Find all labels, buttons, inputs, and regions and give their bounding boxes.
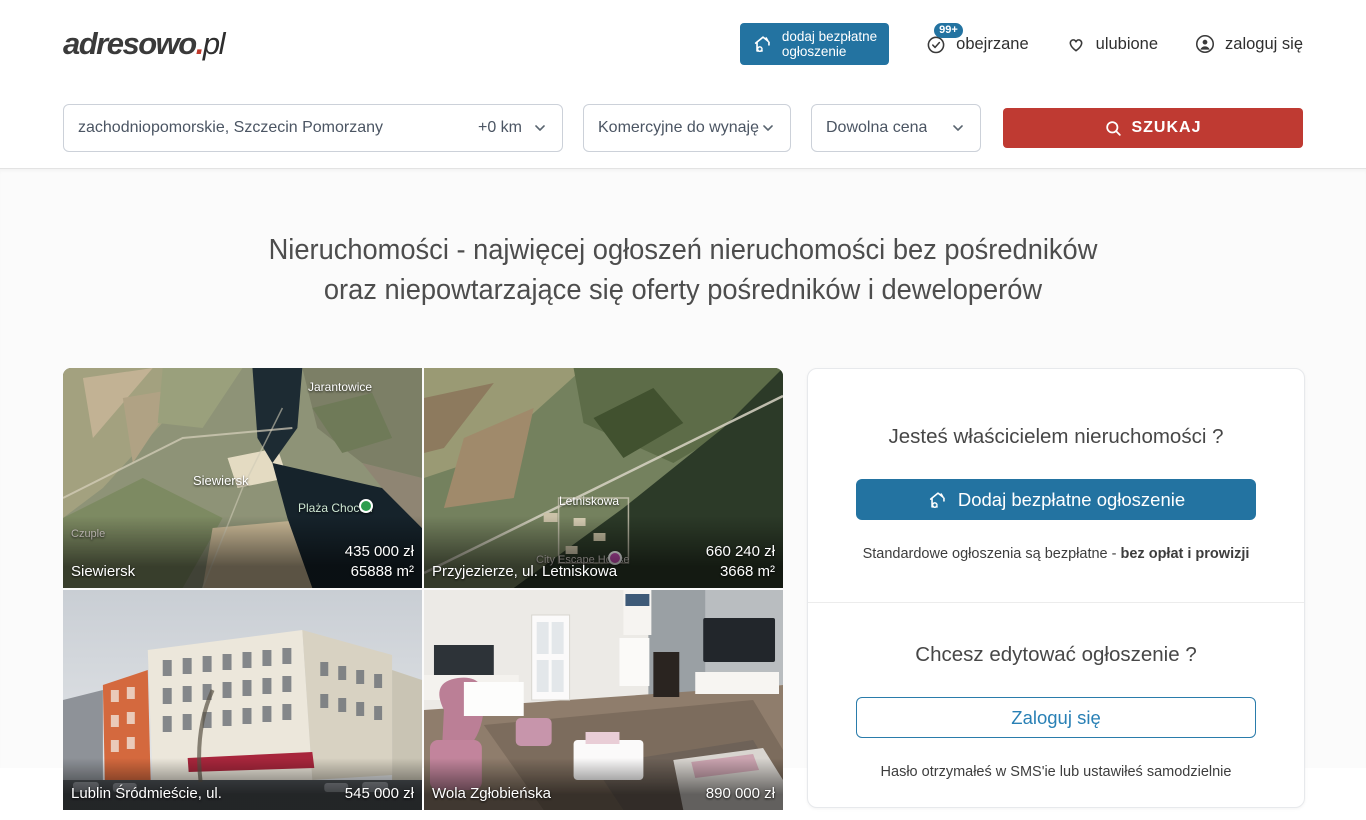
logo[interactable]: adresowo.pl (63, 26, 224, 62)
search-button[interactable]: SZUKAJ (1003, 108, 1303, 148)
login-button-label: Zaloguj się (1011, 707, 1100, 729)
edit-section: Chcesz edytować ogłoszenie ? Zaloguj się… (808, 602, 1304, 820)
map-place-label: Jarantowice (308, 380, 372, 394)
viewed-count-badge: 99+ (934, 23, 963, 38)
listing-name: Lublin Śródmieście, ul. (71, 784, 222, 804)
add-free-listing-button[interactable]: Dodaj bezpłatne ogłoszenie (856, 479, 1256, 520)
nav-login-label: zaloguj się (1225, 35, 1303, 54)
radius-select[interactable]: +0 km (478, 119, 548, 137)
login-button[interactable]: Zaloguj się (856, 697, 1256, 738)
heart-icon (1065, 33, 1087, 55)
map-place-label: Letniskowa (559, 494, 619, 508)
logo-tld: pl (203, 26, 224, 61)
user-icon (1194, 33, 1216, 55)
house-plus-icon (752, 33, 774, 55)
owner-note-plain: Standardowe ogłoszenia są bezpłatne - (863, 546, 1121, 562)
listing-name: Siewiersk (71, 562, 135, 582)
listing-price: 890 000 zł (706, 784, 775, 804)
add-listing-label: dodaj bezpłatneogłoszenie (782, 29, 877, 59)
search-bar: zachodniopomorskie, Szczecin Pomorzany +… (0, 104, 1366, 152)
listing-tile[interactable]: Lublin Śródmieście, ul. 545 000 zł (63, 590, 422, 810)
search-icon (1104, 119, 1123, 138)
edit-section-title: Chcesz edytować ogłoszenie ? (856, 643, 1256, 667)
listing-overlay: Siewiersk 435 000 zł 65888 m² (63, 516, 422, 588)
listing-tile[interactable]: Letniskowa City Escape House Przyjezierz… (424, 368, 783, 588)
nav-favorites[interactable]: ulubione (1065, 33, 1158, 55)
logo-dot: . (196, 26, 203, 61)
listing-price: 545 000 zł (345, 784, 414, 804)
category-value: Komercyjne do wynaję (598, 119, 759, 137)
owner-note-bold: bez opłat i prowizji (1121, 546, 1250, 562)
location-value: zachodniopomorskie, Szczecin Pomorzany (78, 119, 470, 137)
header-divider (0, 168, 1366, 169)
listing-area: 3668 m² (706, 562, 775, 582)
listing-name: Wola Zgłobieńska (432, 784, 551, 804)
listing-numbers: 435 000 zł 65888 m² (345, 542, 414, 582)
listing-name: Przyjezierze, ul. Letniskowa (432, 562, 617, 582)
price-select[interactable]: Dowolna cena (811, 104, 981, 152)
add-listing-line1: dodaj bezpłatne (782, 29, 877, 44)
location-input[interactable]: zachodniopomorskie, Szczecin Pomorzany +… (63, 104, 563, 152)
owner-section-title: Jesteś właścicielem nieruchomości ? (856, 425, 1256, 449)
add-free-listing-label: Dodaj bezpłatne ogłoszenie (958, 489, 1185, 511)
owner-card: Jesteś właścicielem nieruchomości ? Doda… (807, 368, 1305, 808)
nav-viewed[interactable]: 99+ obejrzane (925, 33, 1028, 55)
radius-value: +0 km (478, 119, 522, 137)
owner-note: Standardowe ogłoszenia są bezpłatne - be… (856, 546, 1256, 562)
listing-numbers: 890 000 zł (706, 784, 775, 804)
nav-login[interactable]: zaloguj się (1194, 33, 1303, 55)
listing-overlay: Lublin Śródmieście, ul. 545 000 zł (63, 758, 422, 810)
owner-section: Jesteś właścicielem nieruchomości ? Doda… (808, 369, 1304, 602)
listing-overlay: Przyjezierze, ul. Letniskowa 660 240 zł … (424, 516, 783, 588)
listing-overlay: Wola Zgłobieńska 890 000 zł (424, 758, 783, 810)
listing-tile[interactable]: Jarantowice Siewiersk Plaża Choceń Czupl… (63, 368, 422, 588)
nav-favorites-label: ulubione (1096, 35, 1158, 54)
house-plus-icon (927, 489, 949, 511)
search-button-label: SZUKAJ (1131, 119, 1201, 137)
price-value: Dowolna cena (826, 119, 927, 137)
chevron-down-icon (950, 120, 966, 136)
category-select[interactable]: Komercyjne do wynaję (583, 104, 791, 152)
listing-numbers: 660 240 zł 3668 m² (706, 542, 775, 582)
edit-note: Hasło otrzymałeś w SMS'ie lub ustawiłeś … (856, 764, 1256, 780)
add-listing-button[interactable]: dodaj bezpłatneogłoszenie (740, 23, 889, 65)
listing-tile[interactable]: Wola Zgłobieńska 890 000 zł (424, 590, 783, 810)
listing-area: 65888 m² (345, 562, 414, 582)
listing-numbers: 545 000 zł (345, 784, 414, 804)
top-nav: dodaj bezpłatneogłoszenie 99+ obejrzane … (740, 23, 1303, 65)
listings-grid: Jarantowice Siewiersk Plaża Choceń Czupl… (63, 368, 783, 810)
add-listing-line2: ogłoszenie (782, 44, 847, 59)
listing-price: 435 000 zł (345, 542, 414, 562)
page-title: Nieruchomości - najwięcej ogłoszeń nieru… (41, 230, 1325, 310)
chevron-down-icon (760, 120, 776, 136)
main-content: Jarantowice Siewiersk Plaża Choceń Czupl… (63, 368, 1303, 810)
listing-price: 660 240 zł (706, 542, 775, 562)
map-place-label: Siewiersk (193, 473, 249, 488)
chevron-down-icon (532, 120, 548, 136)
header: adresowo.pl dodaj bezpłatneogłoszenie 99… (0, 0, 1366, 88)
nav-viewed-label: obejrzane (956, 35, 1028, 54)
logo-name: adresowo (63, 26, 196, 61)
map-marker-green (359, 499, 373, 513)
page-title-line2: oraz niepowtarzające się oferty pośredni… (41, 270, 1325, 310)
page-title-line1: Nieruchomości - najwięcej ogłoszeń nieru… (41, 230, 1325, 270)
